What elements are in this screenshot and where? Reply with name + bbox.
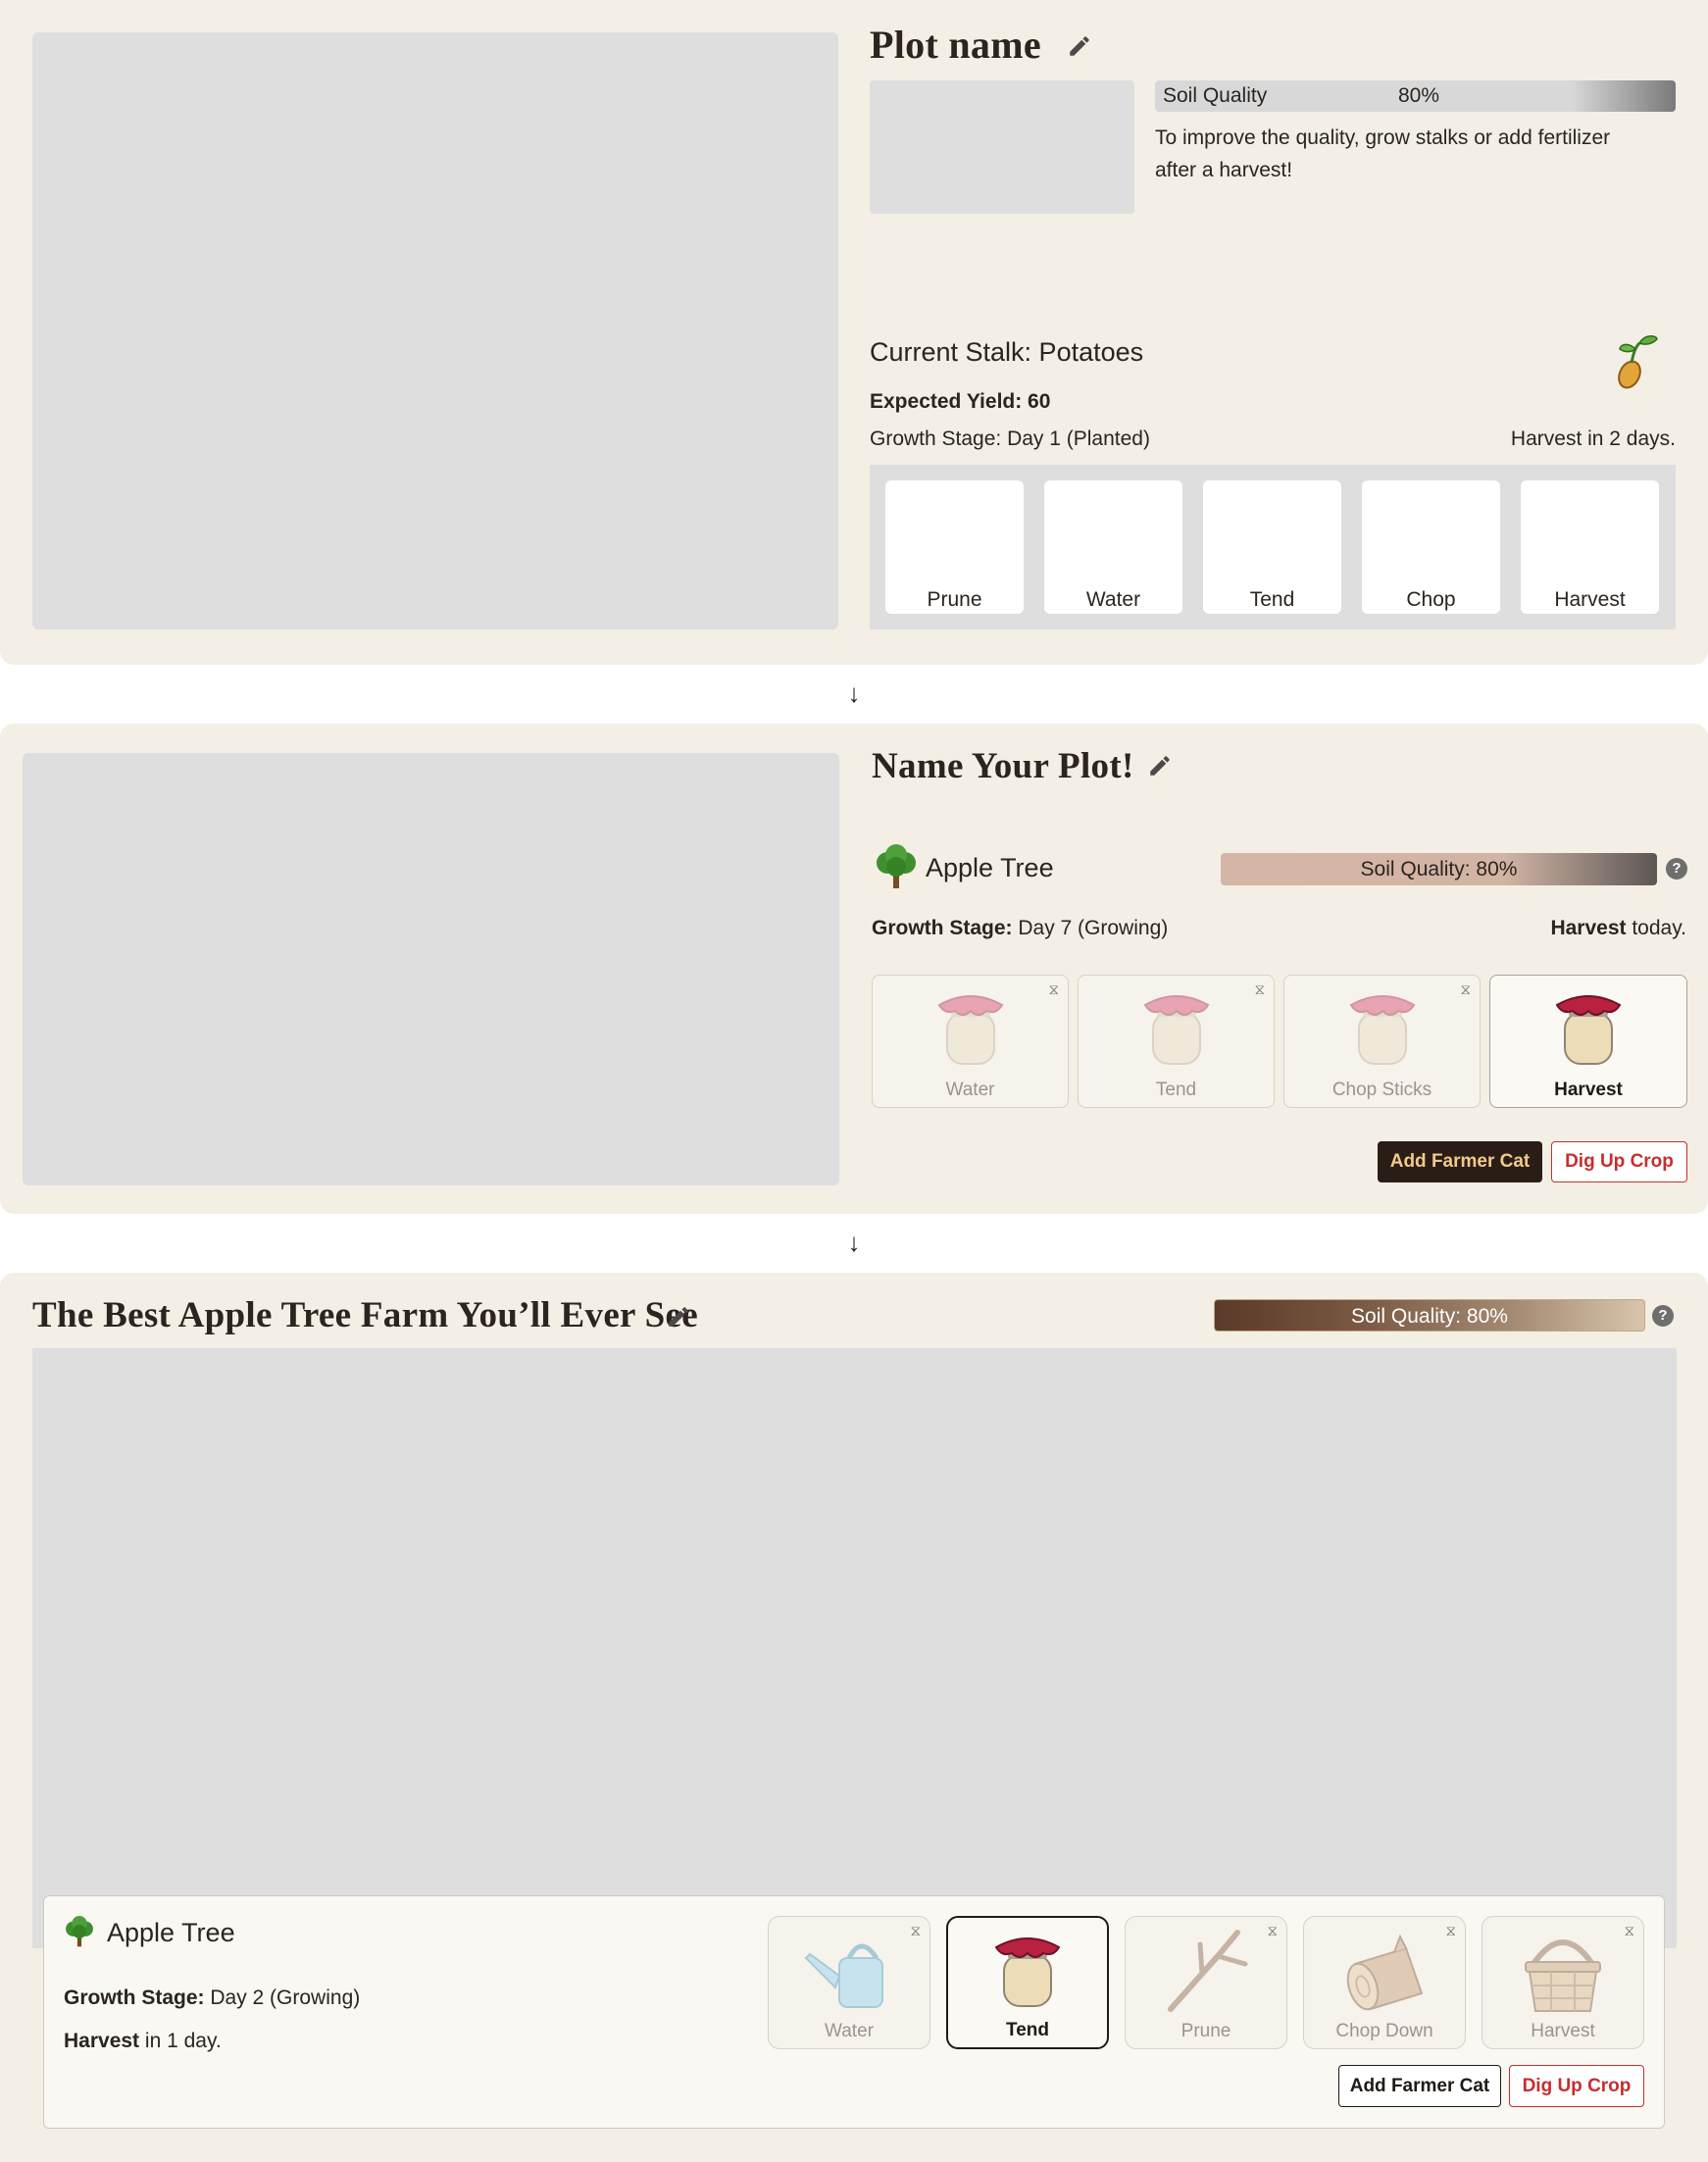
- hourglass-icon: ⧖: [1460, 981, 1471, 998]
- hourglass-icon: ⧖: [910, 1923, 921, 1939]
- harvest-label: Harvest: [1550, 917, 1627, 939]
- jar-icon: [1349, 995, 1415, 1065]
- soil-tip-line2: after a harvest!: [1155, 159, 1293, 181]
- basket-icon: [1525, 1939, 1601, 2012]
- plot-image-placeholder: [32, 32, 838, 629]
- harvest-label: Harvest: [64, 2030, 140, 2052]
- growth-stage: Growth Stage: Day 1 (Planted): [870, 427, 1150, 450]
- action-chop-button[interactable]: Chop: [1362, 480, 1500, 614]
- action-label: Water: [945, 1080, 995, 1100]
- soil-quality-bar: Soil Quality 80%: [1155, 80, 1676, 112]
- crop-name: Apple Tree: [107, 1918, 235, 1947]
- log-icon: [1346, 1934, 1424, 2011]
- plot-title: Plot name: [870, 23, 1041, 67]
- harvest-status: Harvest today.: [1550, 917, 1686, 940]
- hourglass-icon: ⧖: [1445, 1923, 1456, 1939]
- action-label: Water: [1085, 588, 1141, 611]
- jar-icon: [1555, 995, 1622, 1065]
- action-tend-button[interactable]: Tend: [946, 1916, 1109, 2049]
- action-label: Harvest: [1531, 2021, 1595, 2041]
- stick-icon: [1168, 1930, 1248, 2012]
- tree-icon: [66, 1916, 93, 1947]
- soil-tip-line1: To improve the quality, grow stalks or a…: [1155, 126, 1611, 149]
- action-chop-sticks-button[interactable]: ⧖ Chop Sticks: [1283, 975, 1481, 1108]
- help-icon[interactable]: ?: [1652, 1305, 1674, 1327]
- growth-stage-label: Growth Stage:: [64, 1986, 205, 2009]
- jar-icon: [994, 1937, 1061, 2007]
- add-farmer-cat-button[interactable]: Add Farmer Cat: [1338, 2065, 1501, 2107]
- action-label: Harvest: [1554, 1080, 1623, 1100]
- action-tend-button[interactable]: ⧖ Tend: [1078, 975, 1275, 1108]
- tree-icon: [877, 844, 916, 888]
- plot-panel-v2: Name Your Plot! Apple Tree: [0, 724, 1708, 1214]
- soil-quality-label: Soil Quality: [1163, 84, 1268, 107]
- action-chop-down-button[interactable]: ⧖ Chop Down: [1303, 1916, 1466, 2049]
- action-label: Tend: [1006, 2020, 1049, 2040]
- action-label: Tend: [1249, 588, 1295, 611]
- pencil-icon[interactable]: [1067, 33, 1092, 59]
- harvest-countdown: Harvest in 2 days.: [1510, 427, 1676, 450]
- crop-thumbnail-placeholder: [870, 80, 1134, 214]
- growth-stage: Growth Stage: Day 2 (Growing): [64, 1986, 360, 2010]
- dig-up-crop-button[interactable]: Dig Up Crop: [1509, 2065, 1644, 2107]
- growth-stage-value: Day 7 (Growing): [1018, 917, 1169, 939]
- harvest-value: in 1 day.: [144, 2030, 222, 2052]
- pencil-icon[interactable]: [666, 1304, 691, 1330]
- plot-title: The Best Apple Tree Farm You’ll Ever See: [32, 1295, 698, 1335]
- soil-quality-text: Soil Quality: 80%: [1351, 1305, 1508, 1328]
- action-water-button[interactable]: ⧖ Water: [872, 975, 1069, 1108]
- soil-quality-text: Soil Quality: 80%: [1360, 858, 1518, 880]
- jar-icon: [937, 995, 1003, 1065]
- hourglass-icon: ⧖: [1254, 981, 1265, 998]
- action-label: Chop Sticks: [1331, 1080, 1432, 1100]
- growth-stage-label: Growth Stage:: [872, 917, 1013, 939]
- growth-stage: Growth Stage: Day 7 (Growing): [872, 917, 1168, 940]
- action-harvest-button[interactable]: Harvest: [1489, 975, 1687, 1108]
- expected-yield: Expected Yield: 60: [870, 390, 1051, 413]
- soil-quality-value: 80%: [1398, 84, 1440, 107]
- harvest-status: Harvest in 1 day.: [64, 2030, 222, 2053]
- action-label: Tend: [1155, 1080, 1197, 1100]
- hourglass-icon: ⧖: [1048, 981, 1059, 998]
- watering-can-icon: [804, 1943, 883, 2008]
- harvest-value: today.: [1632, 917, 1686, 939]
- action-label: Prune: [1181, 2021, 1231, 2041]
- soil-quality-bar: Soil Quality: 80%: [1221, 853, 1657, 885]
- action-harvest-button[interactable]: Harvest: [1521, 480, 1659, 614]
- crop-name: Apple Tree: [926, 853, 1054, 882]
- help-icon[interactable]: ?: [1666, 858, 1687, 880]
- hourglass-icon: ⧖: [1624, 1923, 1634, 1939]
- action-tend-button[interactable]: Tend: [1203, 480, 1341, 614]
- action-water-button[interactable]: ⧖ Water: [768, 1916, 930, 2049]
- plot-panel-v1: Plot name Soil Quality 80% To improve th…: [0, 0, 1708, 665]
- hourglass-icon: ⧖: [1267, 1923, 1278, 1939]
- action-prune-button[interactable]: Prune: [885, 480, 1024, 614]
- dig-up-crop-button[interactable]: Dig Up Crop: [1551, 1141, 1687, 1182]
- action-label: Harvest: [1554, 588, 1626, 611]
- soil-quality-bar: Soil Quality: 80%: [1214, 1299, 1645, 1332]
- plot-title: Name Your Plot!: [872, 746, 1134, 786]
- action-label: Chop: [1406, 588, 1456, 611]
- action-label: Chop Down: [1335, 2021, 1433, 2041]
- action-label: Prune: [927, 588, 982, 611]
- flow-arrow: ↓: [847, 679, 861, 708]
- current-stalk-title: Current Stalk: Potatoes: [870, 337, 1144, 367]
- add-farmer-cat-button[interactable]: Add Farmer Cat: [1378, 1141, 1542, 1182]
- jar-icon: [1143, 995, 1209, 1065]
- growth-stage-value: Day 2 (Growing): [210, 1986, 361, 2009]
- action-water-button[interactable]: Water: [1044, 480, 1182, 614]
- pencil-icon[interactable]: [1147, 753, 1173, 779]
- action-harvest-button[interactable]: ⧖ Harvest: [1482, 1916, 1644, 2049]
- action-tiles: Prune Water Tend Chop Harvest: [870, 465, 1676, 629]
- action-label: Water: [825, 2021, 874, 2041]
- plot-image-placeholder: [32, 1348, 1677, 1948]
- action-prune-button[interactable]: ⧖ Prune: [1125, 1916, 1287, 2049]
- sprout-icon: [1618, 335, 1658, 389]
- flow-arrow: ↓: [847, 1228, 861, 1257]
- plot-image-placeholder: [23, 753, 839, 1185]
